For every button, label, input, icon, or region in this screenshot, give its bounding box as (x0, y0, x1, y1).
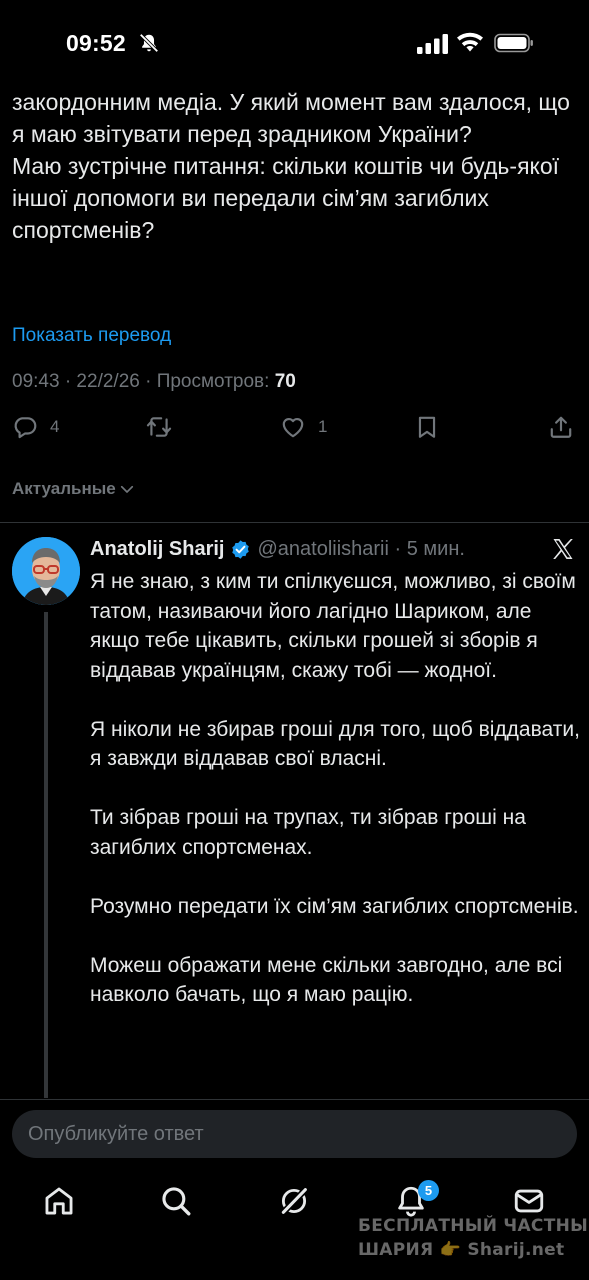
reply-icon (14, 417, 37, 439)
like-count: 1 (318, 417, 328, 436)
wifi-icon (457, 32, 483, 52)
notifications-badge: 5 (418, 1180, 439, 1201)
status-bar: 09:52 (0, 0, 589, 84)
watermark-line: ШАРИЯ 👉 Sharij.net (358, 1240, 565, 1260)
grok-icon (280, 1186, 309, 1216)
watermark-line: БЕСПЛАТНЫЙ ЧАСТНЫЙ (358, 1216, 589, 1236)
repost-button[interactable] (146, 414, 172, 440)
search-icon (162, 1187, 191, 1216)
tab-messages[interactable] (512, 1184, 546, 1218)
bookmark-button[interactable] (414, 414, 440, 440)
view-count[interactable]: 70 (275, 371, 296, 392)
messages-icon (514, 1189, 544, 1213)
tab-grok[interactable] (277, 1184, 311, 1218)
show-translation-link[interactable]: Показать перевод (12, 325, 171, 347)
author-handle-time[interactable]: @anatoliisharii · 5 мин. (257, 538, 464, 561)
share-button[interactable] (548, 414, 574, 440)
sort-label: Актуальные (12, 479, 116, 498)
avatar-portrait-icon (12, 537, 80, 605)
sort-replies-dropdown[interactable]: Актуальные (12, 479, 136, 499)
reply-button[interactable]: 4 (12, 414, 59, 440)
tweet-text: закордонним медіа. У який момент вам зда… (12, 86, 577, 246)
reply-paragraph: Я не знаю, з ким ти спілкуєшся, можливо,… (90, 570, 576, 682)
home-icon (45, 1187, 73, 1215)
verified-badge-icon (232, 540, 250, 559)
thread-line (44, 612, 48, 1098)
share-icon (550, 416, 572, 438)
status-time: 09:52 (66, 30, 126, 56)
tweet-action-bar: 4 1 (0, 414, 589, 452)
reply-count: 4 (50, 417, 60, 436)
heart-icon (282, 418, 304, 438)
reply-header: Anatolij Sharij @anatoliisharii · 5 мин. (90, 538, 465, 561)
tab-search[interactable] (159, 1184, 193, 1218)
tweet-timestamp: 09:43 · 22/2/26 · Просмотров: (12, 371, 275, 392)
divider (0, 522, 589, 523)
avatar[interactable] (12, 537, 80, 605)
x-logo-icon[interactable] (551, 537, 575, 561)
like-button[interactable]: 1 (280, 414, 327, 440)
reply-text: Я не знаю, з ким ти спілкуєшся, можливо,… (90, 567, 580, 1039)
author-name[interactable]: Anatolij Sharij (90, 538, 224, 561)
tab-home[interactable] (42, 1184, 76, 1218)
repost-icon (146, 417, 172, 437)
cellular-signal-icon (417, 34, 448, 54)
reply-compose-input[interactable] (12, 1110, 577, 1158)
tweet-paragraph: закордонним медіа. У який момент вам зда… (12, 89, 570, 147)
watermark: БЕСПЛАТНЫЙ ЧАСТНЫЙ ШАРИЯ 👉 Sharij.net (358, 1214, 589, 1262)
divider (0, 1099, 589, 1100)
tweet-meta: 09:43 · 22/2/26 · Просмотров: 70 (12, 371, 296, 393)
reply-paragraph: Розумно передати їх сім’ям загиблих спор… (90, 894, 579, 918)
tweet-paragraph: Маю зустрічне питання: скільки коштів чи… (12, 153, 560, 243)
bookmark-icon (418, 416, 436, 438)
reply-paragraph: Я ніколи не збирав гроші для того, щоб в… (90, 717, 580, 771)
battery-icon (494, 33, 533, 53)
chevron-down-icon (120, 485, 133, 493)
reply-paragraph: Ти зібрав гроші на трупах, ти зібрав гро… (90, 806, 526, 859)
bell-muted-icon (139, 33, 159, 53)
reply-paragraph: Можеш ображати мене скільки завгодно, ал… (90, 953, 563, 1007)
